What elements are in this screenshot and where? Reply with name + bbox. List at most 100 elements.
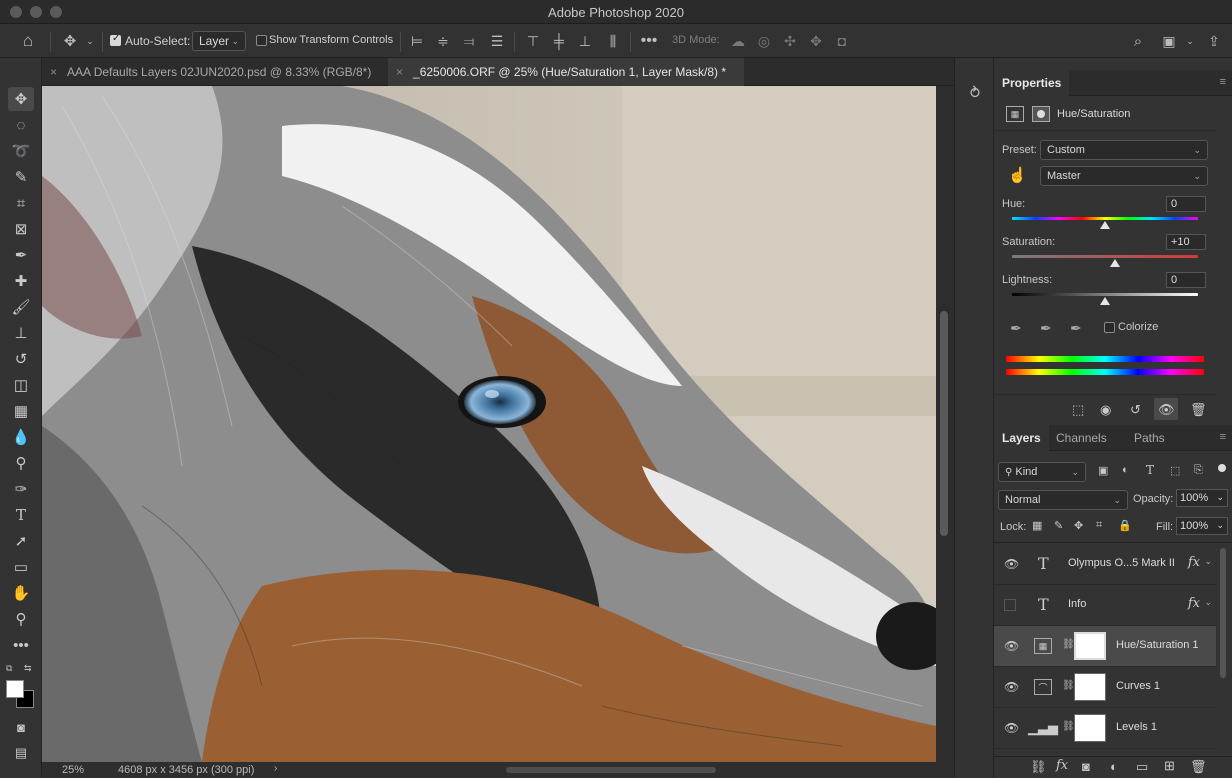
hue-slider-knob[interactable] xyxy=(1100,221,1110,229)
blend-mode-select[interactable]: Normal ⌄ xyxy=(998,490,1128,510)
lock-image-icon[interactable]: ✎ xyxy=(1054,519,1063,532)
link-icon[interactable]: ⛓ xyxy=(1062,639,1075,650)
path-select-tool-icon[interactable]: ➚ xyxy=(8,529,34,553)
share-icon[interactable]: ⇪ xyxy=(1204,32,1224,50)
tab-layers[interactable]: Layers xyxy=(994,425,1049,451)
eye-icon[interactable]: 👁 xyxy=(1004,557,1019,571)
distribute-icon[interactable]: ☰ xyxy=(488,32,506,50)
dodge-tool-icon[interactable]: ⚲ xyxy=(8,451,34,475)
healing-brush-tool-icon[interactable]: ✚ xyxy=(8,269,34,293)
home-icon[interactable]: ⌂ xyxy=(16,31,40,50)
lock-transparent-icon[interactable]: ▦ xyxy=(1032,519,1042,532)
visibility-toggle[interactable] xyxy=(1004,599,1016,611)
eye-icon[interactable]: 👁 xyxy=(1004,639,1019,653)
align-left-icon[interactable]: ⊨ xyxy=(408,32,426,50)
fx-icon[interactable]: fx xyxy=(1188,555,1200,570)
fx-icon[interactable]: fx xyxy=(1188,596,1200,611)
delete-layer-icon[interactable]: 🗑 xyxy=(1190,759,1207,775)
new-adjustment-icon[interactable]: ◐ xyxy=(1110,759,1118,774)
filter-shape-icon[interactable]: ⬚ xyxy=(1170,464,1180,477)
filter-toggle[interactable] xyxy=(1218,464,1226,472)
chevron-right-icon[interactable]: › xyxy=(274,763,277,774)
screen-mode-icon[interactable]: ▤ xyxy=(8,741,34,765)
align-right-icon[interactable]: ⫤ xyxy=(460,32,478,50)
distribute-vertical-icon[interactable]: ⫼ xyxy=(604,32,622,50)
link-icon[interactable]: ⛓ xyxy=(1062,721,1075,732)
panel-menu-icon[interactable]: ≡ xyxy=(1220,431,1226,443)
lightness-slider-knob[interactable] xyxy=(1100,297,1110,305)
clip-to-layer-icon[interactable]: ⬚ xyxy=(1072,402,1084,418)
history-panel-icon[interactable]: ⥁ xyxy=(965,82,985,104)
rectangle-tool-icon[interactable]: ▭ xyxy=(8,555,34,579)
filter-pixel-icon[interactable]: ▣ xyxy=(1098,464,1108,477)
visibility-icon[interactable]: 👁 xyxy=(1158,402,1175,418)
eye-icon[interactable]: 👁 xyxy=(1004,680,1019,694)
chevron-down-icon[interactable]: ⌄ xyxy=(1184,34,1196,48)
swap-colors-icon[interactable]: ⇆ xyxy=(24,663,32,674)
lock-artboard-icon[interactable]: ⌗ xyxy=(1096,519,1102,532)
frame-tool-icon[interactable]: ⊠ xyxy=(8,217,34,241)
eyedropper-icon[interactable]: ✒ xyxy=(1010,320,1022,337)
align-top-icon[interactable]: ⊤ xyxy=(524,32,542,50)
channel-select[interactable]: Master ⌄ xyxy=(1040,166,1208,186)
quick-select-tool-icon[interactable]: ✎ xyxy=(8,165,34,189)
lightness-slider-track[interactable] xyxy=(1012,293,1198,296)
panel-menu-icon[interactable]: ≡ xyxy=(1220,76,1226,88)
lightness-input[interactable]: 0 xyxy=(1166,272,1206,288)
targeted-adjustment-hand-icon[interactable]: ☝ xyxy=(1008,166,1027,184)
layer-mask-thumbnail[interactable] xyxy=(1074,632,1106,660)
eyedropper-plus-icon[interactable]: ✒ xyxy=(1040,320,1052,337)
preset-select[interactable]: Custom ⌄ xyxy=(1040,140,1208,160)
opacity-input[interactable]: 100% ⌄ xyxy=(1176,489,1228,507)
align-middle-icon[interactable]: ╪ xyxy=(550,32,568,50)
auto-select-checkbox[interactable] xyxy=(110,33,121,46)
tab-channels[interactable]: Channels xyxy=(1048,425,1115,451)
scroll-thumb[interactable] xyxy=(940,311,948,536)
link-icon[interactable]: ⛓ xyxy=(1062,680,1075,691)
marquee-tool-icon[interactable]: ◌ xyxy=(8,113,34,137)
lock-position-icon[interactable]: ✥ xyxy=(1074,519,1083,532)
add-style-icon[interactable]: fx xyxy=(1056,758,1068,773)
more-options-icon[interactable]: ••• xyxy=(638,32,660,50)
mask-icon[interactable] xyxy=(1032,106,1050,122)
eraser-tool-icon[interactable]: ◫ xyxy=(8,373,34,397)
layer-row[interactable]: 👁 ▁▃▅ ⛓ Levels 1 xyxy=(994,708,1216,749)
filter-smart-object-icon[interactable]: ⎘ xyxy=(1194,464,1203,477)
show-transform-checkbox[interactable] xyxy=(256,35,267,46)
vertical-scrollbar[interactable] xyxy=(936,86,954,762)
align-bottom-icon[interactable]: ⊥ xyxy=(576,32,594,50)
delete-icon[interactable]: 🗑 xyxy=(1190,402,1207,418)
lock-all-icon[interactable]: 🔒 xyxy=(1118,519,1132,532)
tab-properties[interactable]: Properties xyxy=(994,70,1070,96)
layer-mask-thumbnail[interactable] xyxy=(1074,673,1106,701)
add-mask-icon[interactable]: ◙ xyxy=(1082,759,1090,774)
eyedropper-tool-icon[interactable]: ✒ xyxy=(8,243,34,267)
clone-stamp-tool-icon[interactable]: ⊥ xyxy=(8,321,34,345)
eyedropper-minus-icon[interactable]: ✒ xyxy=(1070,320,1082,337)
crop-tool-icon[interactable]: ⌗ xyxy=(8,191,34,215)
document-canvas[interactable] xyxy=(42,86,936,762)
gradient-tool-icon[interactable]: ▦ xyxy=(8,399,34,423)
pen-tool-icon[interactable]: ✑ xyxy=(8,477,34,501)
lasso-tool-icon[interactable]: ➰ xyxy=(8,139,34,163)
filter-type-icon[interactable]: T xyxy=(1146,463,1154,477)
link-layers-icon[interactable]: ⛓ xyxy=(1030,759,1047,775)
quick-mask-icon[interactable]: ◙ xyxy=(8,715,34,739)
zoom-level[interactable]: 25% xyxy=(62,764,84,776)
align-center-icon[interactable]: ≑ xyxy=(434,32,452,50)
hue-slider-track[interactable] xyxy=(1012,217,1198,220)
type-tool-icon[interactable]: T xyxy=(8,503,34,527)
auto-select-target-select[interactable]: Layer ⌄ xyxy=(192,31,246,51)
layers-scroll-thumb[interactable] xyxy=(1220,548,1226,678)
close-tab-icon[interactable]: × xyxy=(396,65,403,79)
edit-toolbar-icon[interactable]: ••• xyxy=(8,633,34,657)
search-icon[interactable]: ⌕ xyxy=(1128,32,1148,50)
tab-document-2[interactable]: × _6250006.ORF @ 25% (Hue/Saturation 1, … xyxy=(388,58,744,86)
saturation-slider-knob[interactable] xyxy=(1110,259,1120,267)
tab-paths[interactable]: Paths xyxy=(1126,425,1173,451)
move-tool-icon[interactable]: ✥ xyxy=(8,87,34,111)
layer-row[interactable]: 👁 ▦ ⛓ Hue/Saturation 1 xyxy=(994,626,1216,667)
blur-tool-icon[interactable]: 💧 xyxy=(8,425,34,449)
horizontal-scroll-thumb[interactable] xyxy=(506,767,716,773)
chevron-down-icon[interactable]: ⌄ xyxy=(1204,556,1212,567)
